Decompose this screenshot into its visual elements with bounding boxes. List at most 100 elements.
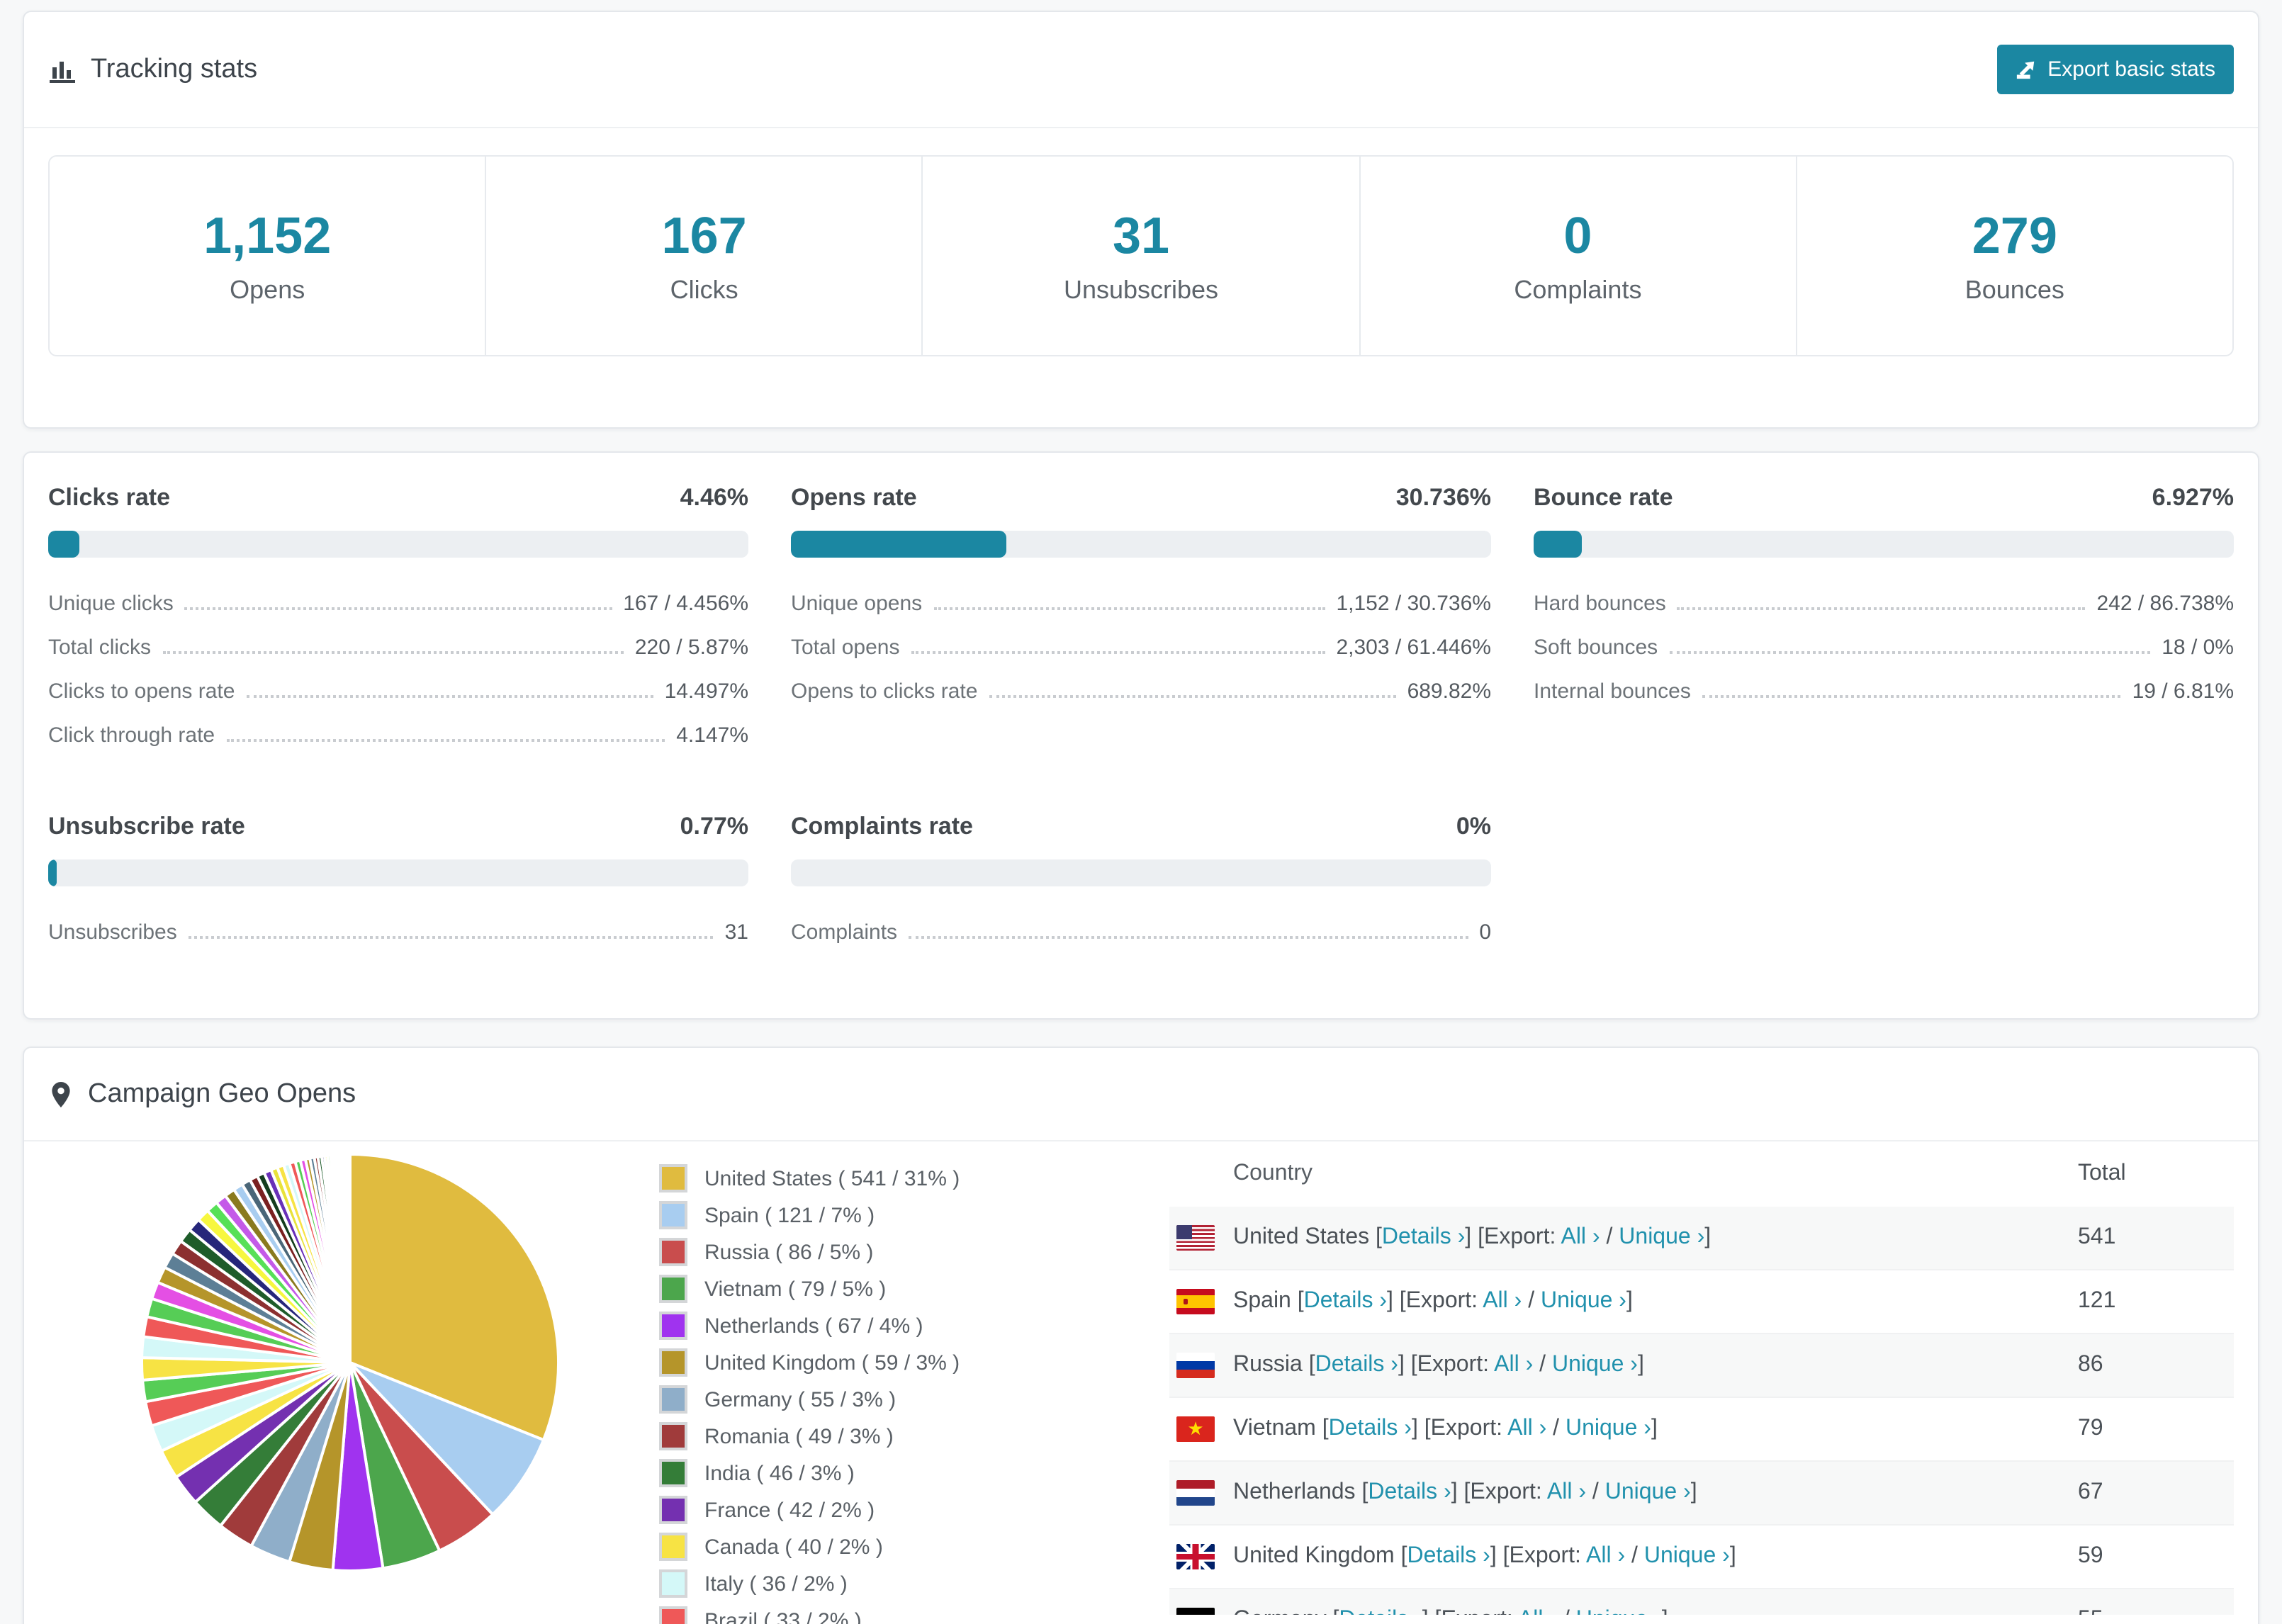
- export-all-link[interactable]: All ›: [1561, 1225, 1600, 1249]
- rate-stat-value: 242 / 86.738%: [2096, 592, 2235, 616]
- rate-stat-value: 0: [1479, 920, 1491, 944]
- export-unique-link[interactable]: Unique ›: [1566, 1416, 1651, 1440]
- details-link[interactable]: Details ›: [1368, 1480, 1451, 1504]
- export-basic-stats-button[interactable]: Export basic stats: [1996, 45, 2234, 94]
- country-name: Russia: [1233, 1353, 1303, 1377]
- rate-stat-value: 1,152 / 30.736%: [1336, 592, 1491, 616]
- total-cell: 67: [2078, 1480, 2103, 1504]
- export-unique-link[interactable]: Unique ›: [1619, 1225, 1704, 1249]
- export-label: Export:: [1441, 1608, 1512, 1615]
- legend-swatch: [659, 1606, 687, 1624]
- rate-stat-value: 220 / 5.87%: [634, 636, 748, 660]
- export-unique-link[interactable]: Unique ›: [1605, 1480, 1691, 1504]
- rate-stat-row: Click through rate 4.147%: [48, 723, 748, 748]
- legend-item[interactable]: Russia ( 86 / 5% ): [659, 1238, 1011, 1266]
- rate-progress-fill: [791, 531, 1006, 558]
- legend-item[interactable]: Italy ( 36 / 2% ): [659, 1569, 1011, 1598]
- export-all-link[interactable]: All ›: [1507, 1416, 1546, 1440]
- legend-item[interactable]: India ( 46 / 3% ): [659, 1459, 1011, 1487]
- country-name: Germany: [1233, 1608, 1327, 1615]
- rate-panel-clicks-rate: Clicks rate 4.46% Unique clicks 167 / 4.456…: [48, 484, 748, 767]
- geo-table-row-vn: Vietnam [Details ›] [Export: All › / Uni…: [1169, 1398, 2234, 1462]
- legend-item[interactable]: Canada ( 40 / 2% ): [659, 1533, 1011, 1561]
- details-link[interactable]: Details ›: [1304, 1289, 1387, 1313]
- details-link[interactable]: Details ›: [1407, 1544, 1490, 1568]
- rate-stat-label: Unique clicks: [48, 592, 174, 616]
- legend-label: Spain ( 121 / 7% ): [704, 1203, 875, 1227]
- gb-flag-icon: [1176, 1544, 1215, 1569]
- bar-chart-icon: [50, 61, 75, 82]
- rate-value: 4.46%: [680, 484, 748, 511]
- dotted-leader: [1669, 651, 2151, 654]
- export-all-link[interactable]: All ›: [1547, 1480, 1586, 1504]
- rate-value: 0%: [1456, 813, 1491, 840]
- legend-item[interactable]: United States ( 541 / 31% ): [659, 1164, 1011, 1192]
- dotted-leader: [162, 651, 624, 654]
- legend-swatch: [659, 1422, 687, 1450]
- country-name: United Kingdom: [1233, 1544, 1395, 1568]
- rate-title: Complaints rate: [791, 813, 973, 840]
- legend-swatch: [659, 1238, 687, 1266]
- export-unique-link[interactable]: Unique ›: [1644, 1544, 1730, 1568]
- column-header-total: Total: [2078, 1161, 2126, 1185]
- dotted-leader: [184, 607, 612, 610]
- country-name: Spain: [1233, 1289, 1291, 1313]
- details-link[interactable]: Details ›: [1339, 1608, 1422, 1615]
- details-link[interactable]: Details ›: [1329, 1416, 1412, 1440]
- rate-value: 30.736%: [1395, 484, 1491, 511]
- rate-stat-label: Unsubscribes: [48, 920, 177, 944]
- geo-table-body: United States [Details ›] [Export: All ›…: [1169, 1207, 2234, 1615]
- geo-content: United States ( 541 / 31% ) Spain ( 121 /…: [24, 1141, 2258, 1624]
- rate-stat-row: Hard bounces 242 / 86.738%: [1534, 592, 2234, 616]
- total-cell: 59: [2078, 1544, 2103, 1568]
- rate-progress-fill: [48, 859, 57, 886]
- legend-item[interactable]: Netherlands ( 67 / 4% ): [659, 1312, 1011, 1340]
- export-unique-link[interactable]: Unique ›: [1552, 1353, 1638, 1377]
- pie-slice[interactable]: [347, 1152, 352, 1364]
- rate-stat-value: 31: [724, 920, 748, 944]
- rate-progress-track: [1534, 531, 2234, 558]
- export-all-link[interactable]: All ›: [1494, 1353, 1533, 1377]
- export-all-link[interactable]: All ›: [1483, 1289, 1522, 1313]
- geo-table-row-nl: Netherlands [Details ›] [Export: All › /…: [1169, 1462, 2234, 1526]
- geo-table-row-ru: Russia [Details ›] [Export: All › / Uniq…: [1169, 1334, 2234, 1398]
- legend-swatch: [659, 1385, 687, 1414]
- export-unique-link[interactable]: Unique ›: [1576, 1608, 1662, 1615]
- rate-panel-complaints-rate: Complaints rate 0% Complaints 0: [791, 813, 1491, 964]
- dotted-leader: [909, 936, 1468, 939]
- geo-legend: United States ( 541 / 31% ) Spain ( 121 /…: [659, 1164, 1011, 1624]
- export-all-link[interactable]: All ›: [1518, 1608, 1557, 1615]
- geo-table-row-es: Spain [Details ›] [Export: All › / Uniqu…: [1169, 1270, 2234, 1334]
- legend-item[interactable]: Spain ( 121 / 7% ): [659, 1201, 1011, 1229]
- rate-stat-label: Unique opens: [791, 592, 923, 616]
- country-cell: United Kingdom [Details ›] [Export: All …: [1233, 1544, 1736, 1568]
- country-cell: Germany [Details ›] [Export: All › / Uni…: [1233, 1608, 1668, 1615]
- legend-item[interactable]: France ( 42 / 2% ): [659, 1496, 1011, 1524]
- export-unique-link[interactable]: Unique ›: [1541, 1289, 1626, 1313]
- total-cell: 79: [2078, 1416, 2103, 1440]
- legend-swatch: [659, 1164, 687, 1192]
- stat-value: 279: [1972, 206, 2057, 264]
- legend-item[interactable]: Brazil ( 33 / 2% ): [659, 1606, 1011, 1624]
- legend-label: Italy ( 36 / 2% ): [704, 1572, 848, 1596]
- dotted-leader: [226, 739, 665, 742]
- page-title: Tracking stats: [91, 54, 258, 84]
- geo-opens-card: Campaign Geo Opens United States ( 541 /…: [23, 1047, 2259, 1624]
- legend-item[interactable]: United Kingdom ( 59 / 3% ): [659, 1348, 1011, 1377]
- us-flag-icon: [1176, 1225, 1215, 1251]
- total-cell: 121: [2078, 1289, 2116, 1313]
- legend-item[interactable]: Romania ( 49 / 3% ): [659, 1422, 1011, 1450]
- country-cell: Vietnam [Details ›] [Export: All › / Uni…: [1233, 1416, 1658, 1440]
- details-link[interactable]: Details ›: [1382, 1225, 1465, 1249]
- ru-flag-icon: [1176, 1353, 1215, 1378]
- rate-stat-row: Internal bounces 19 / 6.81%: [1534, 680, 2234, 704]
- rate-stat-value: 689.82%: [1407, 680, 1491, 704]
- legend-item[interactable]: Vietnam ( 79 / 5% ): [659, 1275, 1011, 1303]
- rate-title: Bounce rate: [1534, 484, 1673, 511]
- legend-item[interactable]: Germany ( 55 / 3% ): [659, 1385, 1011, 1414]
- geo-table-row-de: Germany [Details ›] [Export: All › / Uni…: [1169, 1589, 2234, 1615]
- geo-opens-header: Campaign Geo Opens: [24, 1048, 2258, 1141]
- export-icon: [2016, 61, 2034, 79]
- details-link[interactable]: Details ›: [1315, 1353, 1398, 1377]
- export-all-link[interactable]: All ›: [1586, 1544, 1625, 1568]
